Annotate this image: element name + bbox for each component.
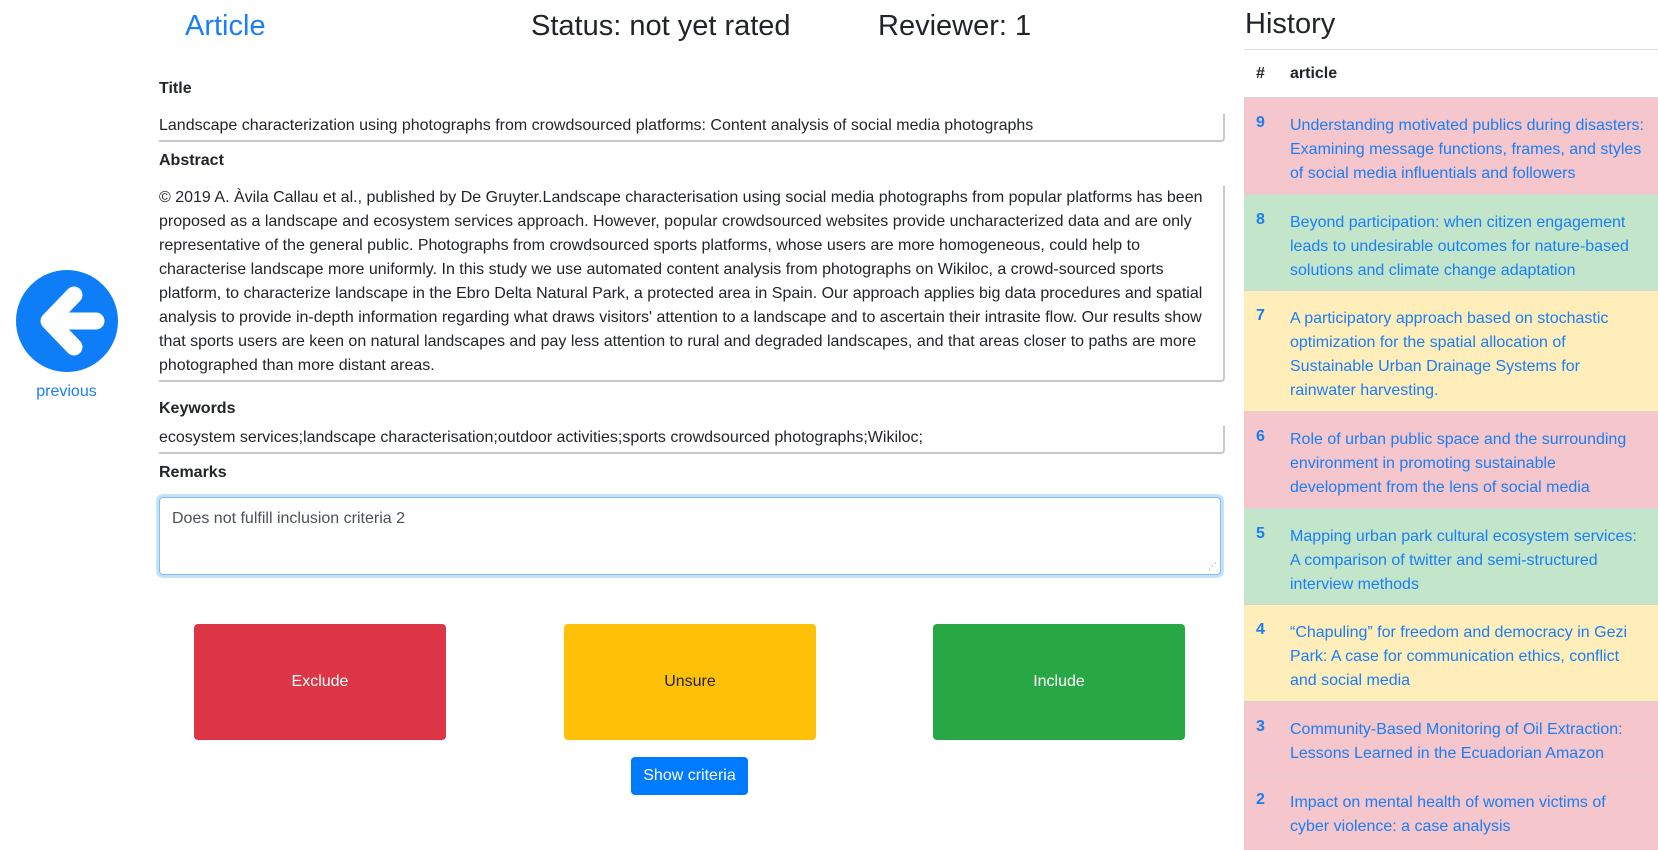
history-row-article-link[interactable]: Beyond participation: when citizen engag… [1290, 211, 1648, 283]
history-row-number: 6 [1256, 428, 1265, 445]
history-row[interactable]: 5 Mapping urban park cultural ecosystem … [1244, 508, 1658, 604]
resize-grip-icon[interactable]: ⋰ [1208, 562, 1217, 571]
history-row-number: 8 [1256, 211, 1265, 228]
history-row-number: 9 [1256, 114, 1265, 131]
history-row[interactable]: 4 “Chapuling” for freedom and democracy … [1244, 604, 1658, 701]
arrow-left-circle-icon [40, 286, 105, 356]
history-row-number: 3 [1256, 718, 1265, 735]
history-row-number: 5 [1256, 525, 1265, 542]
history-row[interactable]: 2 Impact on mental health of women victi… [1244, 774, 1658, 850]
history-row[interactable]: 7 A participatory approach based on stoc… [1244, 290, 1658, 411]
history-row[interactable]: 6 Role of urban public space and the sur… [1244, 411, 1658, 508]
history-panel: History # article 9 Understanding motiva… [1244, 0, 1658, 850]
article-link[interactable]: Article [185, 10, 266, 43]
include-button[interactable]: Include [933, 624, 1185, 740]
previous-link[interactable]: previous [0, 383, 133, 401]
history-row[interactable]: 9 Understanding motivated publics during… [1244, 97, 1658, 194]
reviewer-text: Reviewer: 1 [878, 10, 1032, 42]
unsure-button[interactable]: Unsure [564, 624, 816, 740]
previous-button[interactable] [16, 270, 118, 372]
history-row-number: 4 [1256, 621, 1265, 638]
title-label: Title [159, 80, 192, 97]
history-row-article-link[interactable]: Role of urban public space and the surro… [1290, 428, 1648, 500]
history-table-header: # article [1244, 50, 1658, 99]
abstract-field: © 2019 A. Àvila Callau et al., published… [159, 186, 1225, 382]
history-title: History [1245, 8, 1336, 40]
history-row-article-link[interactable]: Community-Based Monitoring of Oil Extrac… [1290, 718, 1648, 766]
status-text: Status: not yet rated [531, 10, 791, 42]
history-row-article-link[interactable]: Understanding motivated publics during d… [1290, 114, 1648, 186]
history-row-article-link[interactable]: A participatory approach based on stocha… [1290, 307, 1648, 403]
history-row[interactable]: 8 Beyond participation: when citizen eng… [1244, 194, 1658, 290]
exclude-button[interactable]: Exclude [194, 624, 446, 740]
keywords-field: ecosystem services;landscape characteris… [159, 426, 1225, 454]
history-row-number: 2 [1256, 791, 1265, 808]
history-row-number: 7 [1256, 307, 1265, 324]
history-row[interactable]: 3 Community-Based Monitoring of Oil Extr… [1244, 701, 1658, 774]
history-row-article-link[interactable]: “Chapuling” for freedom and democracy in… [1290, 621, 1648, 693]
column-header-number: # [1256, 65, 1265, 82]
remarks-text: Does not fulfill inclusion criteria 2 [172, 510, 405, 527]
history-table-body: 9 Understanding motivated publics during… [1244, 97, 1658, 850]
remarks-label: Remarks [159, 464, 227, 481]
column-header-article: article [1290, 65, 1338, 82]
title-field: Landscape characterization using photogr… [159, 114, 1225, 142]
show-criteria-button[interactable]: Show criteria [631, 757, 748, 795]
keywords-label: Keywords [159, 400, 236, 417]
remarks-input[interactable]: Does not fulfill inclusion criteria 2 ⋰ [159, 497, 1221, 575]
history-row-article-link[interactable]: Mapping urban park cultural ecosystem se… [1290, 525, 1648, 597]
history-row-article-link[interactable]: Impact on mental health of women victims… [1290, 791, 1648, 839]
abstract-label: Abstract [159, 152, 224, 169]
